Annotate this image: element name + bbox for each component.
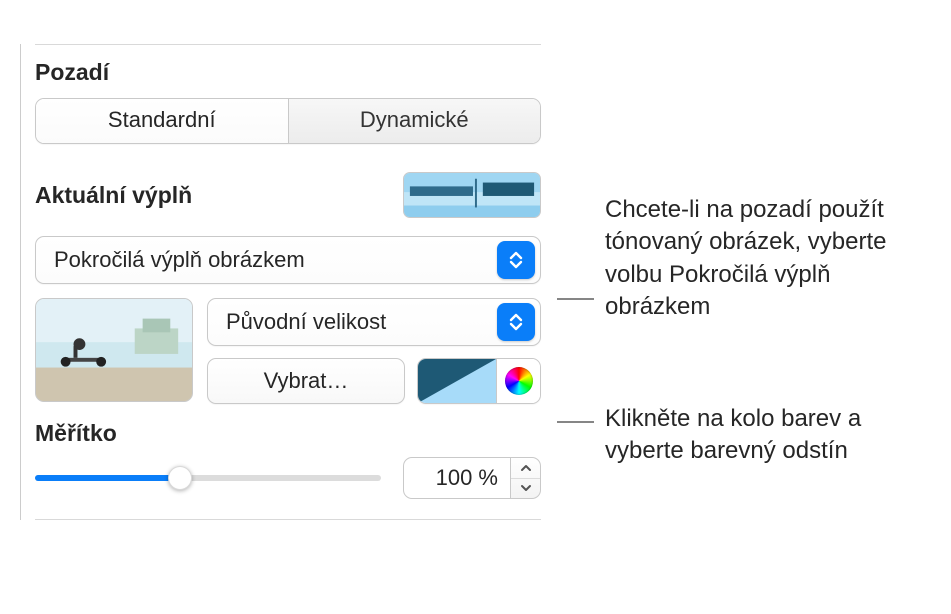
chevron-up-down-icon [497, 303, 535, 341]
section-title-background: Pozadí [35, 59, 541, 86]
scale-value-field: 100 % [403, 457, 541, 499]
tint-color-well[interactable] [417, 358, 541, 404]
color-wheel-icon [505, 367, 533, 395]
inspector-panel: Pozadí Standardní Dynamické Aktuální výp… [20, 44, 555, 520]
stepper-down[interactable] [511, 478, 540, 499]
callout-line [557, 298, 594, 300]
divider [35, 519, 541, 520]
current-fill-row: Aktuální výplň [35, 172, 541, 218]
scale-input[interactable]: 100 % [403, 457, 511, 499]
image-thumbnail[interactable] [35, 298, 193, 402]
background-mode-segmented: Standardní Dynamické [35, 98, 541, 144]
scale-stepper [511, 457, 541, 499]
callout-text: Chcete-li na pozadí použít tónovaný obrá… [605, 194, 937, 324]
current-fill-thumbnail[interactable] [403, 172, 541, 218]
divider [35, 44, 541, 45]
callout-text: Klikněte na kolo barev a vyberte barevný… [605, 403, 945, 468]
current-fill-label: Aktuální výplň [35, 182, 192, 209]
tint-color-swatch [418, 359, 496, 403]
callout-line [557, 421, 594, 423]
scale-value-text: 100 % [436, 465, 498, 491]
tab-dynamic[interactable]: Dynamické [288, 99, 541, 143]
stepper-up[interactable] [511, 458, 540, 478]
image-scaling-value: Původní velikost [208, 309, 492, 335]
fill-type-value: Pokročilá výplň obrázkem [36, 247, 492, 273]
fill-type-popup[interactable]: Pokročilá výplň obrázkem [35, 236, 541, 284]
scale-slider[interactable] [35, 464, 381, 492]
scale-label: Měřítko [35, 420, 541, 447]
tab-standard[interactable]: Standardní [36, 99, 288, 143]
chevron-up-down-icon [497, 241, 535, 279]
choose-image-button[interactable]: Vybrat… [207, 358, 405, 404]
choose-image-label: Vybrat… [264, 368, 349, 394]
image-scaling-popup[interactable]: Původní velikost [207, 298, 541, 346]
color-wheel-button[interactable] [496, 359, 540, 403]
